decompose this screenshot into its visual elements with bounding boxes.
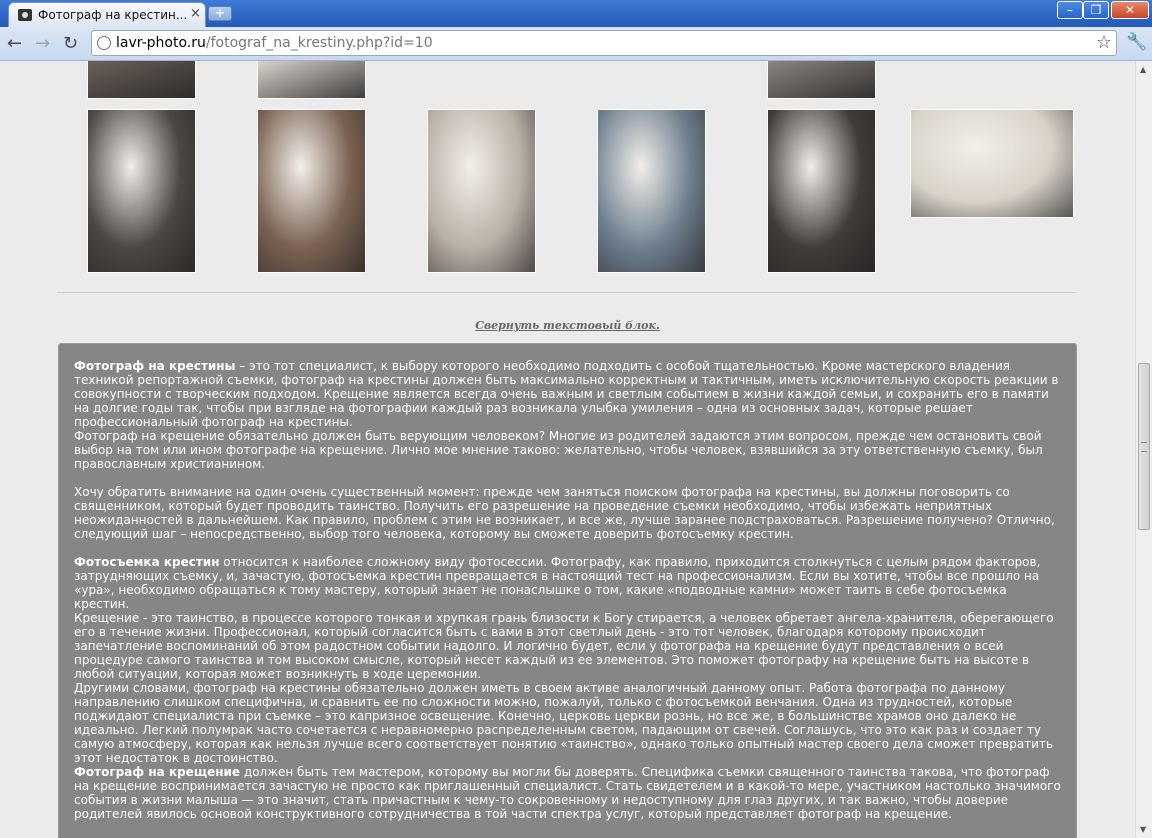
wrench-icon[interactable]: 🔧 [1126, 32, 1147, 52]
paragraph: Фотограф на крещение должен быть тем мас… [74, 765, 1061, 821]
paragraph: Другими словами, фотограф на крестины об… [74, 681, 1054, 765]
url-text[interactable]: lavr-photo.ru/fotograf_na_krestiny.php?i… [116, 35, 433, 51]
paragraph-text: относится к наиболее сложному виду фотос… [74, 555, 1041, 611]
browser-toolbar: ← → ↻ lavr-photo.ru/fotograf_na_krestiny… [0, 27, 1152, 61]
paragraph: Хочу обратить внимание на один очень сущ… [74, 485, 1055, 541]
window-titlebar: Фотограф на крестин... × + – ❐ ✕ [0, 0, 1152, 27]
photo-thumbnail[interactable] [257, 109, 366, 273]
photo-thumbnail[interactable] [910, 109, 1074, 218]
vertical-scrollbar[interactable]: ▲ ▼ [1135, 61, 1152, 838]
photo-thumbnail[interactable] [257, 61, 366, 99]
scroll-down-icon[interactable]: ▼ [1140, 825, 1146, 834]
maximize-button[interactable]: ❐ [1083, 1, 1109, 19]
photo-thumbnail[interactable] [87, 61, 196, 99]
close-tab-icon[interactable]: × [190, 6, 201, 21]
forward-arrow-icon[interactable]: → [35, 33, 50, 54]
divider [57, 292, 1077, 293]
bookmark-star-icon[interactable]: ☆ [1096, 32, 1112, 53]
url-path: /fotograf_na_krestiny.php?id=10 [205, 35, 433, 51]
photo-thumbnail[interactable] [597, 109, 706, 273]
browser-tab[interactable]: Фотограф на крестин... × [8, 2, 206, 27]
bold-term: Фотосъемка крестин [74, 555, 220, 569]
grip-icon [1141, 442, 1147, 452]
close-window-button[interactable]: ✕ [1111, 1, 1149, 19]
paragraph: Фотограф на крестины – это тот специалис… [74, 359, 1061, 429]
paragraph: Фотограф на крещение обязательно должен … [74, 429, 1043, 471]
scroll-up-icon[interactable]: ▲ [1140, 65, 1146, 74]
paragraph: Крещение - это таинство, в процессе кото… [74, 611, 1054, 681]
page-viewport: Свернуть текстовый блок. Фотограф на кре… [0, 61, 1135, 838]
paragraph: Фотосъемка крестин относится к наиболее … [74, 555, 1061, 611]
url-host: lavr-photo.ru [116, 35, 206, 51]
photo-thumbnail[interactable] [427, 109, 536, 273]
photo-thumbnail[interactable] [87, 109, 196, 273]
article-text-block: Фотограф на крестины – это тот специалис… [58, 343, 1077, 838]
back-arrow-icon[interactable]: ← [7, 33, 22, 54]
reload-icon[interactable]: ↻ [63, 33, 78, 54]
minimize-button[interactable]: – [1057, 1, 1083, 19]
bold-term: Фотограф на крещение [74, 765, 241, 779]
collapse-text-link[interactable]: Свернуть текстовый блок. [0, 319, 1135, 332]
page-icon [97, 36, 111, 50]
camera-icon [18, 9, 32, 21]
photo-thumbnail[interactable] [767, 109, 876, 273]
bold-term: Фотограф на крестины [74, 359, 236, 373]
new-tab-button[interactable]: + [208, 6, 232, 21]
tab-title: Фотограф на крестин... [38, 8, 188, 22]
photo-thumbnail[interactable] [767, 61, 876, 99]
scrollbar-thumb[interactable] [1138, 363, 1150, 530]
address-bar[interactable]: lavr-photo.ru/fotograf_na_krestiny.php?i… [91, 30, 1117, 56]
